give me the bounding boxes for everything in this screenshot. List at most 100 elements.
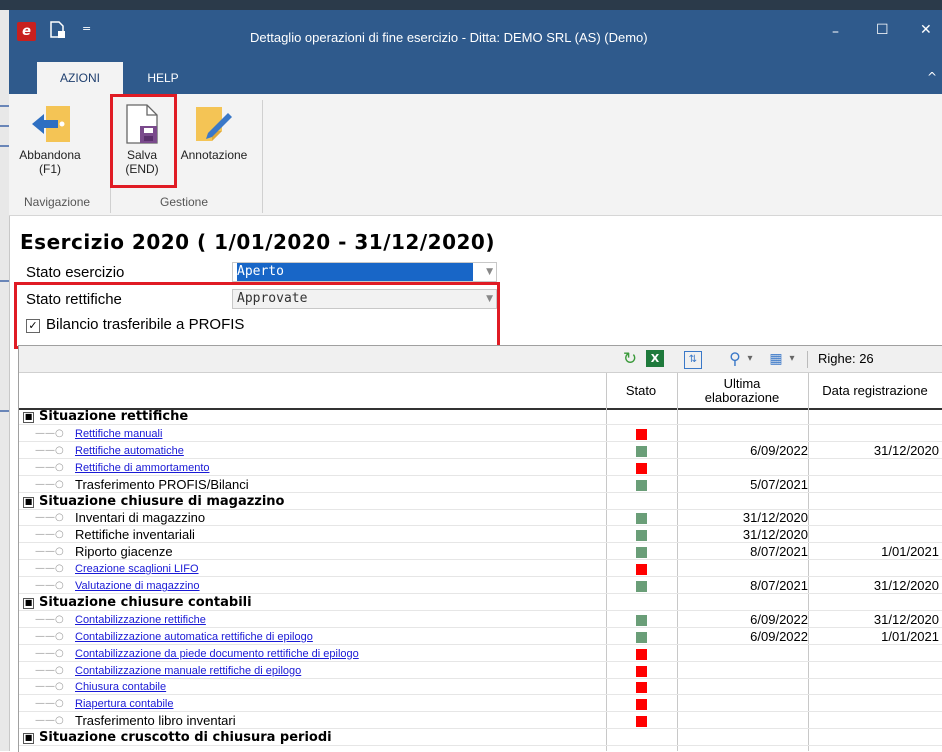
quick-access-menu-icon[interactable]: = xyxy=(82,22,91,35)
collapse-toggle-icon[interactable]: ■ xyxy=(23,597,34,609)
operation-label: Riporto giacenze xyxy=(75,544,173,560)
close-button[interactable]: ✕ xyxy=(920,22,932,38)
tree-connector-icon: ——○ xyxy=(35,613,64,625)
status-red-indicator xyxy=(636,682,647,694)
status-red-indicator xyxy=(636,665,647,677)
operation-link[interactable]: Contabilizzazione automatica rettifiche … xyxy=(75,629,313,645)
abbandona-button[interactable]: Abbandona (F1) xyxy=(14,100,86,176)
tree-connector-icon: ——○ xyxy=(35,647,64,659)
section-title: ■ Situazione cruscotto di chiusura period… xyxy=(23,730,332,746)
row-count: Righe: 26 xyxy=(818,351,874,366)
table-row[interactable]: ——○ Trasferimento PROFIS/Bilanci 5/07/2021 xyxy=(19,477,942,493)
ultima-elaborazione-cell: 5/07/2021 xyxy=(750,476,808,492)
group-separator xyxy=(262,100,263,213)
table-row[interactable]: ——○ Rettifiche di ammortamento xyxy=(19,460,942,476)
status-red-indicator xyxy=(636,699,647,711)
table-row[interactable]: ——○ Contabilizzazione manuale rettifiche … xyxy=(19,663,942,679)
status-red-indicator xyxy=(636,428,647,440)
table-row[interactable]: ——○ Valutazione di magazzino 8/07/2021 31/1… xyxy=(19,578,942,594)
grid-toolbar xyxy=(19,346,942,373)
column-header-data-registrazione[interactable]: Data registrazione xyxy=(808,373,942,408)
operation-label: Inventari di magazzino xyxy=(75,510,206,526)
search-icon[interactable]: ⚲ xyxy=(726,349,744,369)
app-logo-icon[interactable]: e xyxy=(17,22,36,41)
chevron-down-icon[interactable]: ▾ xyxy=(745,349,755,369)
operation-link[interactable]: Valutazione di magazzino xyxy=(75,578,200,594)
note-pencil-icon xyxy=(174,100,254,148)
table-row[interactable]: ——○ Contabilizzazione da piede documento … xyxy=(19,646,942,662)
table-row[interactable]: ——○ Rettifiche manuali xyxy=(19,426,942,442)
operation-link[interactable]: Rettifiche manuali xyxy=(75,426,162,442)
group-label-gestione: Gestione xyxy=(160,195,209,209)
maximize-button[interactable]: ☐ xyxy=(876,22,889,38)
excel-export-icon[interactable]: X xyxy=(646,350,664,367)
operation-link[interactable]: Chiusura contabile xyxy=(75,679,166,695)
data-registrazione-cell: 31/12/2020 xyxy=(873,578,939,593)
annotazione-button[interactable]: Annotazione xyxy=(174,100,254,162)
status-green-indicator xyxy=(636,479,647,491)
operation-link[interactable]: Contabilizzazione da piede documento ret… xyxy=(75,646,359,662)
table-row[interactable]: ——○ Trasferimento libro inventari xyxy=(19,713,942,730)
tab-help[interactable]: HELP xyxy=(139,62,187,94)
columns-icon[interactable]: ▦ xyxy=(767,349,785,369)
ultima-elaborazione-cell: 31/12/2020 xyxy=(742,527,808,543)
minimize-button[interactable]: – xyxy=(832,24,839,40)
tree-connector-icon: ——○ xyxy=(35,427,64,439)
window-title: Dettaglio operazioni di fine esercizio -… xyxy=(250,30,648,45)
section-row[interactable]: ■ Situazione chiusure contabili xyxy=(19,595,942,611)
data-registrazione-cell: 31/12/2020 xyxy=(873,611,939,627)
tree-connector-icon: ——○ xyxy=(35,563,64,575)
tree-connector-icon: ——○ xyxy=(35,478,64,490)
chevron-down-icon[interactable]: ▾ xyxy=(787,349,797,369)
ultima-elaborazione-cell: 8/07/2021 xyxy=(750,578,808,593)
collapse-ribbon-icon[interactable]: ^ xyxy=(927,70,937,84)
table-row[interactable]: ——○ Inventari di magazzino 31/12/2020 xyxy=(19,510,942,527)
group-label-navigazione: Navigazione xyxy=(24,195,91,209)
operation-link[interactable]: Rettifiche di ammortamento xyxy=(75,460,210,476)
new-document-icon[interactable] xyxy=(49,21,65,39)
collapse-toggle-icon[interactable]: ■ xyxy=(23,496,34,508)
arrow-left-icon xyxy=(14,100,86,148)
collapse-toggle-icon[interactable]: ■ xyxy=(23,412,34,423)
operation-label: Trasferimento libro inventari xyxy=(75,713,236,729)
status-red-indicator xyxy=(636,564,647,576)
table-row[interactable]: ——○ Contabilizzazione rettifiche 6/09/2022… xyxy=(19,612,942,628)
data-registrazione-cell: 31/12/2020 xyxy=(873,442,939,458)
section-row[interactable]: ■ Situazione chiusure di magazzino xyxy=(19,494,942,510)
collapse-toggle-icon[interactable]: ■ xyxy=(23,733,34,745)
section-title: ■ Situazione chiusure contabili xyxy=(23,594,252,610)
column-header-ultima-elaborazione[interactable]: Ultima elaborazione xyxy=(677,373,807,408)
status-green-indicator xyxy=(636,631,647,643)
page-title: Esercizio 2020 ( 1/01/2020 - 31/12/2020) xyxy=(20,230,495,254)
section-row[interactable]: ■ Situazione rettifiche xyxy=(19,409,942,425)
operation-link[interactable]: Rettifiche automatiche xyxy=(75,443,184,459)
table-row[interactable]: ——○ Riapertura contabile xyxy=(19,696,942,713)
tree-connector-icon: ——○ xyxy=(35,546,64,558)
tree-connector-icon: ——○ xyxy=(35,529,64,541)
grid-settings-icon[interactable]: ⇅ xyxy=(684,351,702,369)
tree-connector-icon: ——○ xyxy=(35,630,64,642)
status-red-indicator xyxy=(636,648,647,660)
refresh-icon[interactable]: ↻ xyxy=(620,349,640,369)
table-row[interactable]: ——○ Contabilizzazione automatica rettific… xyxy=(19,629,942,645)
status-red-indicator xyxy=(636,716,647,728)
column-header-stato[interactable]: Stato xyxy=(606,373,676,408)
tree-connector-icon: ——○ xyxy=(35,444,64,456)
operation-link[interactable]: Contabilizzazione manuale rettifiche di … xyxy=(75,663,301,679)
stato-esercizio-select[interactable]: Aperto ▼ xyxy=(232,262,497,282)
operation-link[interactable]: Riapertura contabile xyxy=(75,696,173,712)
table-row[interactable]: ——○ Creazione scaglioni LIFO xyxy=(19,561,942,578)
table-row[interactable]: ——○ Rettifiche inventariali 31/12/2020 xyxy=(19,527,942,544)
section-row[interactable]: ■ Situazione cruscotto di chiusura period… xyxy=(19,730,942,747)
tab-azioni[interactable]: AZIONI xyxy=(37,62,123,94)
tree-connector-icon: ——○ xyxy=(35,698,64,710)
table-row[interactable]: ——○ Rettifiche automatiche 6/09/2022 31/12/… xyxy=(19,443,942,459)
tree-connector-icon: ——○ xyxy=(35,715,64,727)
table-row[interactable]: ——○ Chiusura contabile xyxy=(19,679,942,696)
ultima-elaborazione-cell: 6/09/2022 xyxy=(750,442,808,458)
status-red-indicator xyxy=(636,462,647,474)
operation-link[interactable]: Creazione scaglioni LIFO xyxy=(75,561,199,577)
operation-link[interactable]: Contabilizzazione rettifiche xyxy=(75,612,206,628)
section-title: ■ Situazione rettifiche xyxy=(23,409,189,424)
table-row[interactable]: ——○ Riporto giacenze 8/07/2021 1/01/2021 xyxy=(19,544,942,561)
